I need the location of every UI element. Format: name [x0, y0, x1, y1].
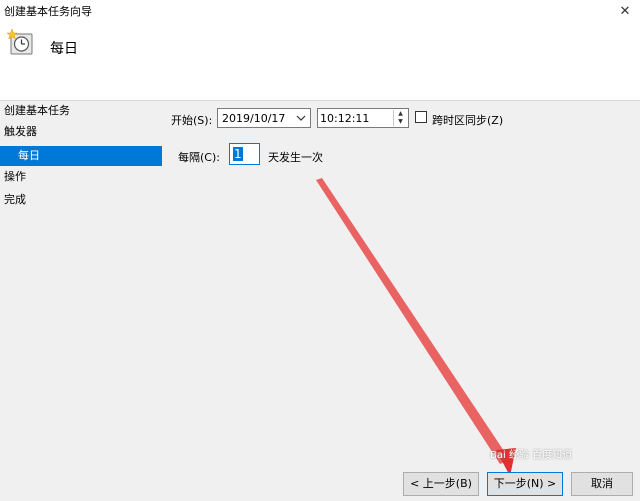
cancel-button[interactable]: 取消 — [571, 472, 633, 496]
back-button[interactable]: < 上一步(B) — [403, 472, 479, 496]
next-button[interactable]: 下一步(N) > — [487, 472, 563, 496]
red-arrow-annotation — [316, 178, 516, 476]
watermark: Bai 经验 百度知道 — [490, 450, 573, 461]
